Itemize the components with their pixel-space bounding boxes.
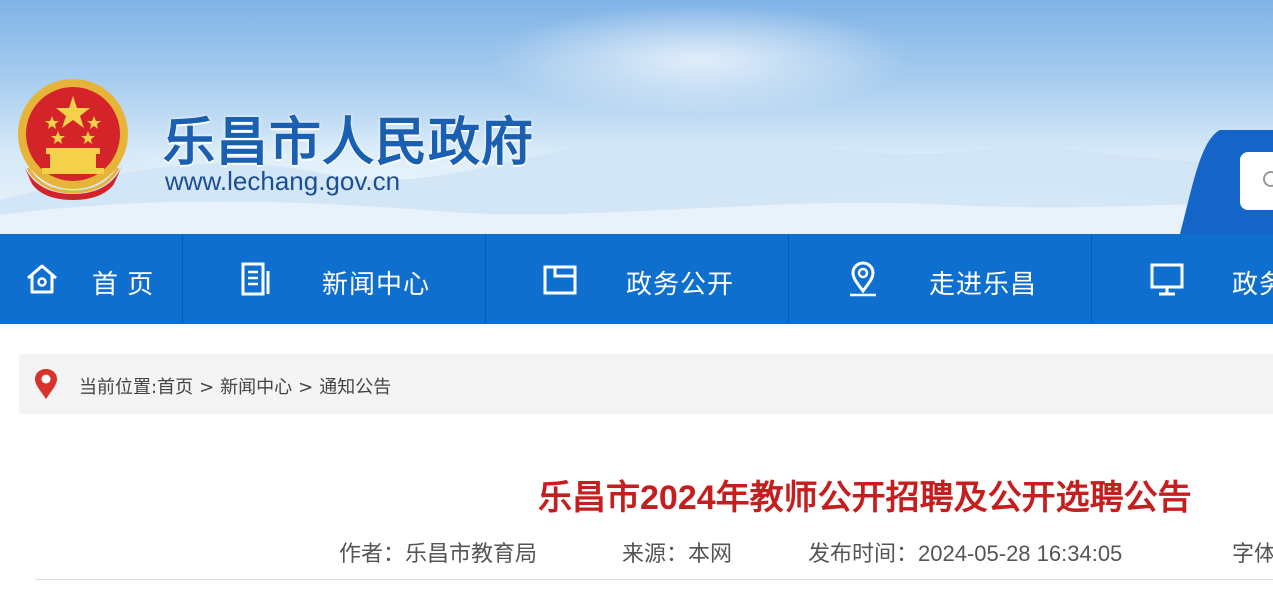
site-url: www.lechang.gov.cn <box>165 166 401 196</box>
breadcrumb-link-news[interactable]: 新闻中心 <box>220 377 292 398</box>
nav-label: 走进乐昌 <box>929 269 1038 299</box>
breadcrumb-separator: > <box>199 377 215 398</box>
nav-item-home[interactable]: 首 页 <box>0 234 183 324</box>
breadcrumb-prefix: 当前位置: <box>79 377 158 398</box>
header-banner: 乐昌市人民政府 www.lechang.gov.cn <box>0 0 1273 234</box>
search-icon[interactable] <box>1262 170 1273 188</box>
folder-icon <box>543 265 577 295</box>
main-nav: 首 页 新闻中心 政务公开 走进乐昌 政务 <box>0 234 1273 324</box>
article-author: 作者：乐昌市教育局 <box>339 541 538 566</box>
article-publish-time: 发布时间：2024-05-28 16:34:05 <box>808 541 1123 566</box>
home-icon <box>27 264 57 294</box>
breadcrumb: 当前位置:首页 > 新闻中心 > 通知公告 <box>19 354 1273 414</box>
nav-label: 政务 <box>1232 269 1273 299</box>
nav-item-about-lechang[interactable]: 走进乐昌 <box>789 234 1092 324</box>
nav-item-news[interactable]: 新闻中心 <box>183 234 486 324</box>
location-icon <box>850 261 876 297</box>
article-title: 乐昌市2024年教师公开招聘及公开选聘公告 <box>538 479 1192 517</box>
breadcrumb-trail: 当前位置:首页 > 新闻中心 > 通知公告 <box>79 373 391 399</box>
article-source: 来源：本网 <box>622 541 733 566</box>
divider <box>35 579 1273 580</box>
breadcrumb-link-notices[interactable]: 通知公告 <box>319 377 391 398</box>
font-size-control[interactable]: 字体 <box>1232 536 1273 568</box>
nav-item-gov-affairs[interactable]: 政务公开 <box>486 234 789 324</box>
site-title: 乐昌市人民政府 <box>163 112 535 173</box>
nav-label: 新闻中心 <box>322 269 431 299</box>
nav-label: 首 页 <box>92 269 155 299</box>
breadcrumb-separator: > <box>298 377 314 398</box>
news-icon <box>241 262 270 296</box>
national-emblem-icon <box>18 79 128 200</box>
nav-item-services[interactable]: 政务 <box>1092 234 1273 324</box>
monitor-icon <box>1150 263 1184 296</box>
breadcrumb-link-home[interactable]: 首页 <box>157 377 193 398</box>
location-pin-icon <box>35 369 57 399</box>
nav-label: 政务公开 <box>626 269 735 299</box>
